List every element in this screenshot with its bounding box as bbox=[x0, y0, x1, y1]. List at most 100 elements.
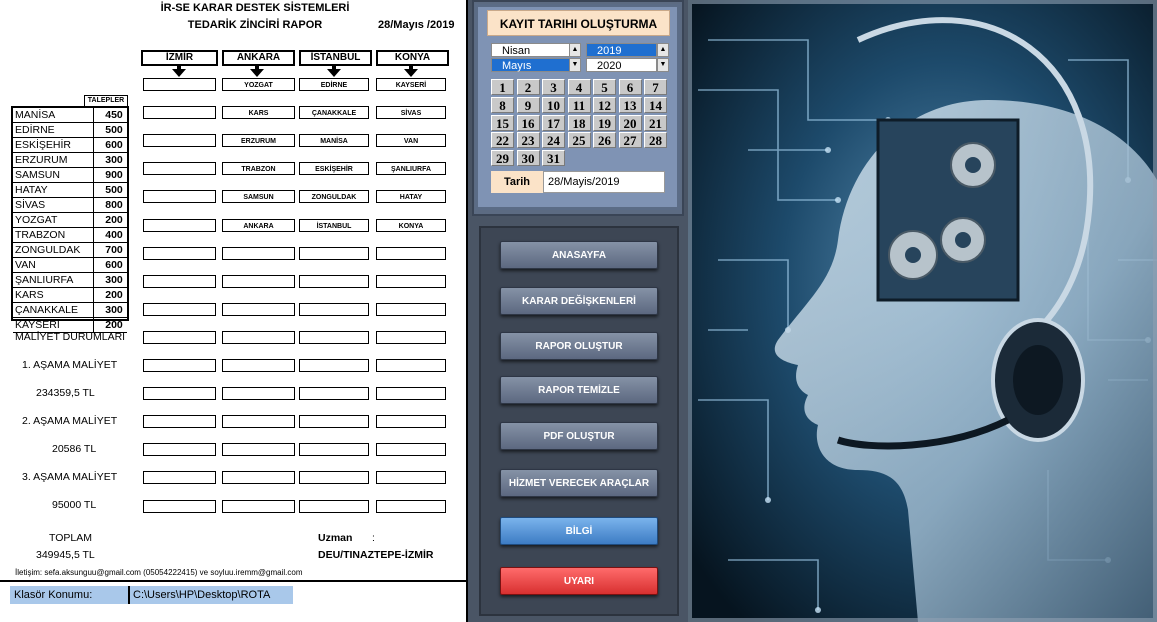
grid-cell[interactable] bbox=[299, 275, 369, 288]
grid-cell[interactable] bbox=[143, 471, 216, 484]
grid-cell[interactable] bbox=[222, 331, 295, 344]
calendar-day[interactable]: 8 bbox=[491, 96, 514, 113]
grid-cell[interactable] bbox=[143, 190, 216, 203]
grid-cell[interactable]: KAYSERİ bbox=[376, 78, 446, 91]
grid-cell[interactable] bbox=[222, 303, 295, 316]
calendar-day[interactable]: 4 bbox=[567, 79, 591, 95]
grid-cell[interactable] bbox=[376, 415, 446, 428]
grid-cell[interactable] bbox=[143, 106, 216, 119]
calendar-day[interactable]: 27 bbox=[618, 132, 642, 149]
scroll-down-icon[interactable]: ▼ bbox=[569, 58, 581, 72]
grid-cell[interactable]: ESKİŞEHİR bbox=[299, 162, 369, 175]
calendar-day[interactable]: 30 bbox=[516, 150, 540, 167]
grid-cell[interactable]: KARS bbox=[222, 106, 295, 119]
year-option[interactable]: 2020 bbox=[586, 58, 657, 72]
grid-cell[interactable]: ÇANAKKALE bbox=[299, 106, 369, 119]
calendar-day[interactable]: 23 bbox=[516, 132, 540, 149]
grid-cell[interactable]: ANKARA bbox=[222, 219, 295, 232]
calendar-day[interactable]: 3 bbox=[542, 79, 565, 95]
grid-cell[interactable] bbox=[299, 359, 369, 372]
grid-cell[interactable] bbox=[299, 247, 369, 260]
grid-cell[interactable] bbox=[143, 415, 216, 428]
scroll-up-icon[interactable]: ▲ bbox=[657, 43, 669, 57]
calendar-day[interactable]: 7 bbox=[644, 79, 667, 95]
grid-cell[interactable]: MANİSA bbox=[299, 134, 369, 147]
grid-cell[interactable] bbox=[222, 275, 295, 288]
grid-cell[interactable]: YOZGAT bbox=[222, 78, 295, 91]
grid-cell[interactable] bbox=[143, 387, 216, 400]
grid-cell[interactable] bbox=[143, 275, 216, 288]
grid-cell[interactable] bbox=[376, 331, 446, 344]
grid-cell[interactable] bbox=[376, 247, 446, 260]
grid-cell[interactable] bbox=[222, 247, 295, 260]
calendar-day[interactable]: 22 bbox=[491, 132, 514, 149]
grid-cell[interactable] bbox=[143, 78, 216, 91]
grid-cell[interactable] bbox=[222, 387, 295, 400]
calendar-day[interactable]: 17 bbox=[542, 114, 565, 131]
grid-cell[interactable]: TRABZON bbox=[222, 162, 295, 175]
calendar-day[interactable]: 2 bbox=[516, 79, 540, 95]
calendar-day[interactable]: 5 bbox=[593, 79, 616, 95]
grid-cell[interactable] bbox=[143, 359, 216, 372]
calendar-day[interactable]: 13 bbox=[618, 96, 642, 113]
folder-path-input[interactable]: C:\Users\HP\Desktop\ROTA bbox=[128, 586, 293, 604]
grid-cell[interactable] bbox=[143, 247, 216, 260]
anasayfa-button[interactable]: ANASAYFA bbox=[500, 241, 658, 269]
grid-cell[interactable] bbox=[222, 359, 295, 372]
calendar-day[interactable]: 11 bbox=[567, 96, 591, 113]
calendar-day[interactable]: 18 bbox=[567, 114, 591, 131]
grid-cell[interactable] bbox=[222, 443, 295, 456]
grid-cell[interactable] bbox=[143, 500, 216, 513]
grid-cell[interactable] bbox=[143, 443, 216, 456]
scroll-down-icon[interactable]: ▼ bbox=[657, 58, 669, 72]
grid-cell[interactable] bbox=[299, 443, 369, 456]
pdf-olustur-button[interactable]: PDF OLUŞTUR bbox=[500, 422, 658, 450]
grid-cell[interactable] bbox=[299, 331, 369, 344]
scroll-up-icon[interactable]: ▲ bbox=[569, 43, 581, 57]
uyari-button[interactable]: UYARI bbox=[500, 567, 658, 595]
grid-cell[interactable] bbox=[222, 415, 295, 428]
calendar-day[interactable]: 1 bbox=[491, 79, 514, 95]
calendar-day[interactable]: 20 bbox=[618, 114, 642, 131]
calendar-day[interactable]: 31 bbox=[542, 150, 565, 167]
rapor-temizle-button[interactable]: RAPOR TEMİZLE bbox=[500, 376, 658, 404]
grid-cell[interactable]: KONYA bbox=[376, 219, 446, 232]
calendar-day[interactable]: 14 bbox=[644, 96, 667, 113]
year-option-selected[interactable]: 2019 bbox=[586, 43, 657, 57]
calendar-day[interactable]: 29 bbox=[491, 150, 514, 167]
grid-cell[interactable] bbox=[376, 275, 446, 288]
calendar-day[interactable]: 19 bbox=[593, 114, 616, 131]
tarih-field[interactable]: 28/Mayis/2019 bbox=[543, 171, 665, 193]
calendar-day[interactable]: 24 bbox=[542, 132, 565, 149]
grid-cell[interactable] bbox=[376, 471, 446, 484]
month-option[interactable]: Nisan bbox=[491, 43, 570, 57]
calendar-day[interactable]: 12 bbox=[593, 96, 616, 113]
grid-cell[interactable]: EDİRNE bbox=[299, 78, 369, 91]
grid-cell[interactable]: VAN bbox=[376, 134, 446, 147]
grid-cell[interactable]: SİVAS bbox=[376, 106, 446, 119]
grid-cell[interactable] bbox=[299, 387, 369, 400]
grid-cell[interactable] bbox=[143, 303, 216, 316]
karar-degiskenleri-button[interactable]: KARAR DEĞİŞKENLERİ bbox=[500, 287, 658, 315]
calendar-day[interactable]: 6 bbox=[618, 79, 642, 95]
grid-cell[interactable]: ŞANLIURFA bbox=[376, 162, 446, 175]
grid-cell[interactable] bbox=[299, 471, 369, 484]
calendar-day[interactable]: 15 bbox=[491, 114, 514, 131]
grid-cell[interactable]: HATAY bbox=[376, 190, 446, 203]
grid-cell[interactable]: SAMSUN bbox=[222, 190, 295, 203]
calendar-day[interactable]: 9 bbox=[516, 96, 540, 113]
grid-cell[interactable]: İSTANBUL bbox=[299, 219, 369, 232]
hizmet-verecek-araclar-button[interactable]: HİZMET VERECEK ARAÇLAR bbox=[500, 469, 658, 497]
rapor-olustur-button[interactable]: RAPOR OLUŞTUR bbox=[500, 332, 658, 360]
calendar-day[interactable]: 16 bbox=[516, 114, 540, 131]
grid-cell[interactable] bbox=[143, 134, 216, 147]
grid-cell[interactable] bbox=[143, 219, 216, 232]
calendar-day[interactable]: 21 bbox=[644, 114, 667, 131]
grid-cell[interactable] bbox=[376, 443, 446, 456]
calendar-day[interactable]: 25 bbox=[567, 132, 591, 149]
bilgi-button[interactable]: BİLGİ bbox=[500, 517, 658, 545]
calendar-day[interactable]: 28 bbox=[644, 132, 667, 149]
grid-cell[interactable] bbox=[222, 500, 295, 513]
calendar-day[interactable]: 26 bbox=[593, 132, 616, 149]
grid-cell[interactable] bbox=[143, 162, 216, 175]
